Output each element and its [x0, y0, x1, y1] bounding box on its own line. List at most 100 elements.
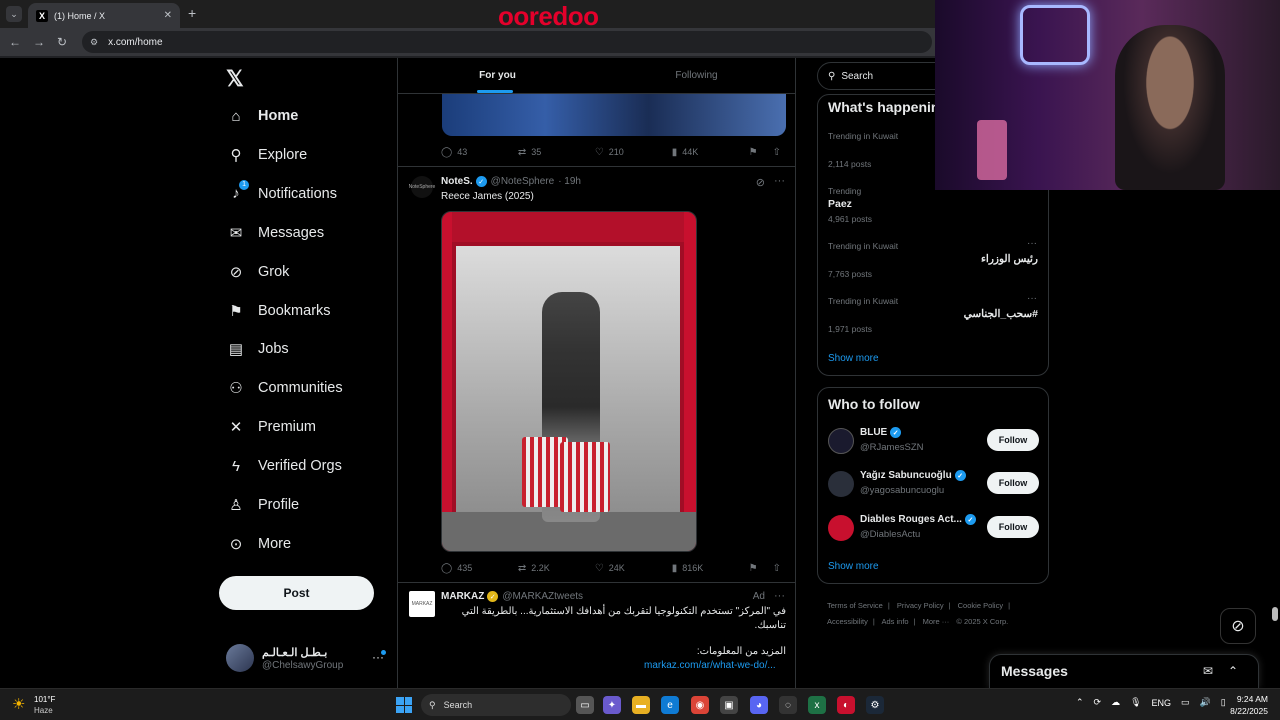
browser-tab[interactable]: X (1) Home / X ✕: [28, 3, 180, 28]
language-indicator[interactable]: ENG: [1152, 698, 1172, 708]
repost-count: 2.2K: [531, 563, 550, 573]
bookmark-button[interactable]: ⚑: [749, 147, 763, 158]
tweet-photo[interactable]: [441, 211, 697, 552]
more-icon[interactable]: ···: [1027, 238, 1037, 249]
address-bar[interactable]: ⚙ x.com/home: [82, 31, 932, 53]
follow-suggestion[interactable]: BLUE ✓ @RJamesSZN Follow: [828, 426, 1040, 458]
more-icon[interactable]: ···: [774, 175, 785, 187]
file-explorer-icon[interactable]: ▬: [632, 696, 650, 714]
trend-name[interactable]: رئيس الوزراء: [981, 253, 1038, 265]
discord-icon[interactable]: ◕: [750, 696, 768, 714]
edge-icon[interactable]: e: [661, 696, 679, 714]
cloud-icon[interactable]: ☁: [1111, 697, 1120, 708]
repost-button[interactable]: ⇄ 35: [518, 147, 595, 158]
sidebar-item-verified-orgs[interactable]: ϟ Verified Orgs: [226, 451, 342, 481]
tweet-author-name[interactable]: MARKAZ: [441, 591, 484, 602]
taskbar-search[interactable]: ⚲ Search: [421, 694, 571, 716]
trend-name[interactable]: #سحب_الجناسي: [964, 308, 1038, 320]
follow-button[interactable]: Follow: [987, 429, 1039, 451]
footer-link[interactable]: Privacy Policy: [897, 601, 944, 610]
messages-drawer[interactable]: Messages ✉ ⌃: [989, 654, 1259, 688]
app-icon[interactable]: ◐: [837, 696, 855, 714]
tweet-author-handle[interactable]: @MARKAZtweets: [502, 591, 583, 602]
store-icon[interactable]: ▣: [720, 696, 738, 714]
follow-button[interactable]: Follow: [987, 516, 1039, 538]
reply-button[interactable]: ◯ 435: [441, 563, 518, 574]
divider: [398, 582, 795, 583]
sidebar-item-more[interactable]: ⊙ More: [226, 529, 291, 559]
sidebar-item-home[interactable]: ⌂ Home: [226, 101, 298, 131]
excel-icon[interactable]: x: [808, 696, 826, 714]
back-icon[interactable]: ←: [9, 35, 21, 49]
tweet-link[interactable]: markaz.com/ar/what-we-do/...: [644, 660, 776, 671]
sidebar-item-communities[interactable]: ⚇ Communities: [226, 373, 342, 403]
scrollbar-thumb[interactable]: [1272, 607, 1278, 621]
copilot-icon[interactable]: ✦: [603, 696, 621, 714]
sidebar-item-explore[interactable]: ⚲ Explore: [226, 140, 308, 170]
chevron-up-icon[interactable]: ⌃: [1076, 697, 1084, 708]
follow-suggestion[interactable]: Yağız Sabuncuoğlu ✓ @yagosabuncuoglu Foll…: [828, 469, 1040, 501]
sidebar-item-jobs[interactable]: ▤ Jobs: [226, 334, 289, 364]
tweet-author-handle[interactable]: @NoteSphere: [491, 176, 555, 187]
weather-widget[interactable]: ☀ 101°F Haze: [12, 693, 72, 717]
like-button[interactable]: ♡ 24K: [595, 563, 672, 574]
site-info-icon[interactable]: ⚙: [90, 37, 98, 48]
follow-suggestion[interactable]: Diables Rouges Act... ✓ @DiablesActu Foll…: [828, 513, 1040, 545]
reply-button[interactable]: ◯ 43: [441, 147, 518, 158]
sidebar-item-profile[interactable]: ♙ Profile: [226, 490, 299, 520]
grok-icon[interactable]: ⊘: [756, 176, 765, 189]
forward-icon[interactable]: →: [33, 35, 45, 49]
share-button[interactable]: ⇧: [773, 563, 786, 574]
sidebar-item-bookmarks[interactable]: ⚑ Bookmarks: [226, 296, 330, 326]
task-view-icon[interactable]: ▭: [576, 696, 594, 714]
footer-link[interactable]: Cookie Policy: [958, 601, 1003, 610]
more-icon[interactable]: ···: [1027, 293, 1037, 304]
start-button[interactable]: [396, 697, 412, 713]
trend-name[interactable]: Paez: [828, 198, 852, 210]
repost-button[interactable]: ⇄ 2.2K: [518, 563, 595, 574]
network-icon[interactable]: ▭: [1181, 697, 1190, 708]
chevron-up-icon[interactable]: ⌃: [1228, 664, 1238, 678]
account-switcher[interactable]: بـطـل الـعـالـم @ChelsawyGroup ···: [226, 644, 388, 674]
bookmark-button[interactable]: ⚑: [749, 563, 763, 574]
mic-icon[interactable]: 🎙: [1130, 697, 1141, 708]
like-button[interactable]: ♡ 210: [595, 147, 672, 158]
views-button[interactable]: ▮ 816K: [672, 563, 749, 574]
tab-list-button[interactable]: ⌄: [6, 6, 22, 22]
grok-icon[interactable]: ⊘: [1220, 608, 1256, 644]
sync-icon[interactable]: ⟳: [1094, 697, 1102, 708]
app-icon[interactable]: ◌: [779, 696, 797, 714]
x-logo-icon[interactable]: 𝕏: [226, 66, 244, 92]
reload-icon[interactable]: ↻: [57, 35, 67, 49]
new-message-icon[interactable]: ✉: [1203, 664, 1213, 678]
avatar[interactable]: MARKAZ: [409, 591, 435, 617]
footer-link[interactable]: Accessibility: [827, 617, 868, 626]
sidebar-item-premium[interactable]: ✕ Premium: [226, 412, 316, 442]
close-tab-icon[interactable]: ✕: [164, 10, 172, 21]
clock[interactable]: 9:24 AM 8/22/2025: [1226, 693, 1268, 717]
sidebar-item-messages[interactable]: ✉ Messages: [226, 218, 324, 248]
sidebar-item-grok[interactable]: ⊘ Grok: [226, 257, 290, 287]
tweet-time[interactable]: · 19h: [558, 176, 581, 187]
show-more-link[interactable]: Show more: [828, 353, 879, 364]
steam-icon[interactable]: ⚙: [866, 696, 884, 714]
volume-icon[interactable]: 🔊: [1200, 697, 1211, 708]
tab-for-you[interactable]: For you: [398, 58, 597, 93]
battery-icon[interactable]: ▯: [1221, 697, 1226, 708]
show-more-link[interactable]: Show more: [828, 561, 879, 572]
tab-following[interactable]: Following: [597, 58, 795, 93]
footer-link[interactable]: Terms of Service: [827, 601, 883, 610]
tweet-image[interactable]: [442, 94, 786, 136]
more-icon[interactable]: ···: [774, 590, 785, 602]
footer-link[interactable]: More ···: [923, 617, 950, 626]
footer-link[interactable]: Ads info: [881, 617, 908, 626]
chrome-icon[interactable]: ◉: [691, 696, 709, 714]
follow-button[interactable]: Follow: [987, 472, 1039, 494]
post-button[interactable]: Post: [219, 576, 374, 610]
avatar[interactable]: NoteSphere: [409, 176, 435, 198]
share-button[interactable]: ⇧: [773, 147, 786, 158]
sidebar-item-notifications[interactable]: ♪ 1 Notifications: [226, 179, 337, 209]
views-button[interactable]: ▮ 44K: [672, 147, 749, 158]
new-tab-button[interactable]: +: [188, 5, 196, 21]
tweet-author-name[interactable]: NoteS.: [441, 176, 473, 187]
